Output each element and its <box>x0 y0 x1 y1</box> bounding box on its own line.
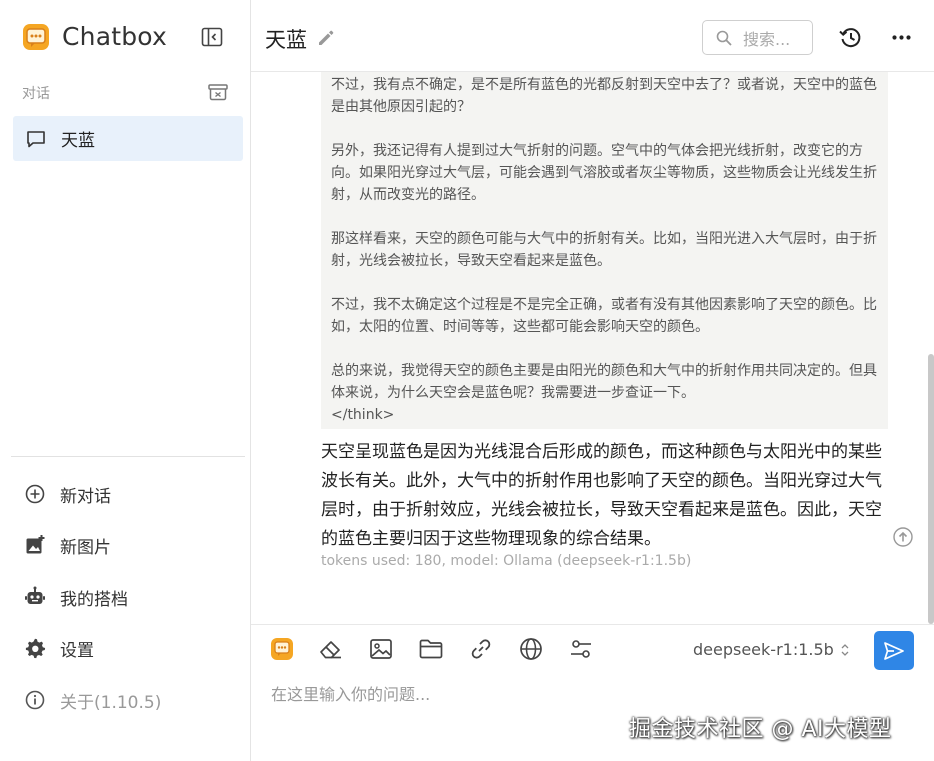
scrollbar-thumb[interactable] <box>928 354 934 624</box>
message-meta: tokens used: 180, model: Ollama (deepsee… <box>321 553 692 569</box>
section-label: 对话 <box>22 86 50 102</box>
input-area: deepseek-r1:1.5b 掘金技术社区 @ AI大模型 <box>251 624 934 761</box>
pencil-icon[interactable] <box>316 28 336 48</box>
chevron-updown-icon <box>841 643 849 656</box>
chat-bubble-icon <box>27 130 45 147</box>
think-paragraph: 总的来说，我觉得天空的颜色主要是由阳光的颜色和大气中的折射作用共同决定的。但具体… <box>331 363 877 401</box>
conversation-item[interactable]: 天蓝 <box>13 116 243 161</box>
header-bar: 天蓝 搜索... <box>251 0 934 72</box>
new-image-button[interactable]: 新图片 <box>24 530 111 560</box>
new-image-label: 新图片 <box>60 537 111 558</box>
gear-icon <box>25 638 46 659</box>
message-input[interactable] <box>271 680 851 708</box>
send-icon <box>884 641 904 660</box>
about-button[interactable]: 关于(1.10.5) <box>24 685 161 715</box>
search-box[interactable]: 搜索... <box>702 20 813 55</box>
think-paragraph: 不过，我不太确定这个过程是不是完全正确，或者有没有其他因素影响了天空的颜色。比如… <box>331 297 877 335</box>
eraser-icon[interactable] <box>317 635 345 663</box>
add-image-icon <box>26 535 45 554</box>
think-paragraph: 不过，我有点不确定，是不是所有蓝色的光都反射到天空中去了？或者说，天空中的蓝色是… <box>331 77 877 115</box>
watermark: 掘金技术社区 @ AI大模型 <box>629 717 892 742</box>
chat-area: 不过，我有点不确定，是不是所有蓝色的光都反射到天空中去了？或者说，天空中的蓝色是… <box>251 72 934 624</box>
search-placeholder: 搜索... <box>743 29 791 49</box>
think-block: 不过，我有点不确定，是不是所有蓝色的光都反射到天空中去了？或者说，天空中的蓝色是… <box>321 72 888 429</box>
search-icon <box>716 30 732 46</box>
plus-circle-icon <box>25 484 45 504</box>
main-panel: 天蓝 搜索... 不过，我有点不确定，是不是所有蓝色的光都反射到天空中去了？或者… <box>251 0 934 761</box>
app-name: Chatbox <box>62 22 168 51</box>
think-paragraph: 那这样看来，天空的颜色可能与大气中的折射有关。比如，当阳光进入大气层时，由于折射… <box>331 231 877 269</box>
new-chat-label: 新对话 <box>60 486 111 507</box>
settings-label: 设置 <box>60 640 94 661</box>
settings-button[interactable]: 设置 <box>24 633 94 663</box>
robot-icon <box>25 586 45 604</box>
sidebar-divider <box>11 456 245 457</box>
think-paragraph: 另外，我还记得有人提到过大气折射的问题。空气中的气体会把光线折射，改变它的方向。… <box>331 143 877 203</box>
my-partner-label: 我的搭档 <box>60 589 128 610</box>
think-close-tag: </think> <box>331 407 395 423</box>
new-chat-button[interactable]: 新对话 <box>24 479 111 509</box>
globe-icon[interactable] <box>517 635 545 663</box>
sidebar: Chatbox 对话 天蓝 新对话 新图片 我的搭档 设置 关于(1.10.5) <box>0 0 251 761</box>
my-partner-button[interactable]: 我的搭档 <box>24 582 128 612</box>
assistant-answer: 天空呈现蓝色是因为光线混合后形成的颜色，而这种颜色与太阳光中的某些波长有关。此外… <box>321 442 882 549</box>
chatbox-logo-icon[interactable] <box>268 635 296 663</box>
model-selector[interactable]: deepseek-r1:1.5b <box>693 640 850 659</box>
conversation-title: 天蓝 <box>265 28 307 52</box>
info-icon <box>25 690 45 710</box>
image-icon[interactable] <box>367 635 395 663</box>
about-label: 关于(1.10.5) <box>60 692 162 713</box>
brand: Chatbox <box>22 22 167 51</box>
folder-icon[interactable] <box>417 635 445 663</box>
collapse-sidebar-icon[interactable] <box>200 25 224 49</box>
link-icon[interactable] <box>467 635 495 663</box>
more-options-icon[interactable] <box>889 25 914 50</box>
sliders-icon[interactable] <box>567 635 595 663</box>
archive-icon[interactable] <box>207 82 229 102</box>
history-icon[interactable] <box>838 25 863 50</box>
scroll-up-icon[interactable] <box>892 526 914 548</box>
send-button[interactable] <box>874 631 914 670</box>
conversation-label: 天蓝 <box>61 131 95 151</box>
model-name: deepseek-r1:1.5b <box>693 640 834 659</box>
app-window: Chatbox 对话 天蓝 新对话 新图片 我的搭档 设置 关于(1.10.5)… <box>0 0 934 761</box>
chatbox-logo-icon <box>23 23 49 50</box>
